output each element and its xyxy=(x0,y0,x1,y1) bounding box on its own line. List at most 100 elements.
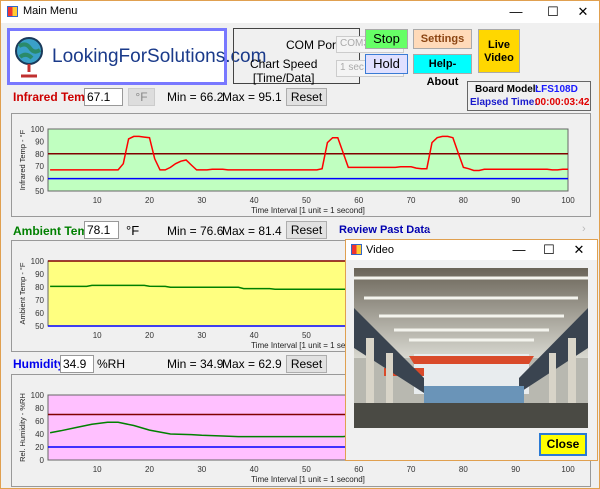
chart-speed-label: Chart Speed [Time/Data] xyxy=(250,57,317,85)
x-tick-label: 30 xyxy=(197,196,206,205)
ambient-unit: °F xyxy=(126,223,140,238)
x-tick-label: 70 xyxy=(407,196,416,205)
y-axis-label: Infrared Temp - °F xyxy=(18,129,27,190)
video-title-bar: Video — ☐ ✕ xyxy=(346,240,597,260)
video-close-button[interactable]: Close xyxy=(539,433,587,456)
app-icon xyxy=(7,6,18,17)
elapsed-time-value: 00:00:03:42 xyxy=(535,97,590,108)
humidity-reset-button[interactable]: Reset xyxy=(286,355,327,373)
humidity-input[interactable]: 34.9 xyxy=(60,355,94,373)
y-tick-label: 80 xyxy=(35,283,44,292)
live-video-button[interactable]: Live Video xyxy=(478,29,520,73)
x-tick-label: 80 xyxy=(459,196,468,205)
y-tick-label: 60 xyxy=(35,175,44,184)
minimize-button[interactable]: — xyxy=(501,3,531,21)
close-button[interactable]: ✕ xyxy=(568,3,598,21)
humidity-min: Min = 34.9 xyxy=(167,357,224,371)
chart-speed-label-line1: Chart Speed xyxy=(250,57,318,71)
x-tick-label: 40 xyxy=(250,196,259,205)
x-tick-label: 70 xyxy=(407,465,416,474)
ambient-reset-button[interactable]: Reset xyxy=(286,221,327,239)
y-tick-label: 50 xyxy=(35,187,44,196)
title-bar: Main Menu — ☐ ✕ xyxy=(1,1,599,23)
y-tick-label: 70 xyxy=(35,162,44,171)
video-window: Video — ☐ ✕ Close xyxy=(345,239,598,461)
ambient-min: Min = 76.6 xyxy=(167,224,224,238)
infrared-max: Max = 95.1 xyxy=(222,90,282,104)
y-tick-label: 60 xyxy=(35,309,44,318)
com-port-label: COM Port xyxy=(286,38,340,52)
infrared-reset-button[interactable]: Reset xyxy=(286,88,327,106)
humidity-unit: %RH xyxy=(97,357,126,371)
infrared-chart-panel: 50 60 70 80 90 100 10 20 30 40 50 60 70 80 90 100 Time I… xyxy=(11,113,591,217)
chart-speed-value: 1 sec xyxy=(340,62,364,73)
x-tick-label: 50 xyxy=(302,465,311,474)
chart-speed-label-line2: [Time/Data] xyxy=(252,71,315,85)
globe-icon xyxy=(15,37,43,78)
plot-area xyxy=(47,128,569,192)
x-tick-label: 80 xyxy=(459,465,468,474)
scroll-left-icon[interactable]: ‹ xyxy=(426,223,430,235)
board-model-value: LFS108D xyxy=(535,84,578,95)
logo-banner: LookingForSolutions.com xyxy=(7,28,266,85)
infrared-temp-input[interactable]: 67.1 xyxy=(84,88,123,106)
x-tick-label: 60 xyxy=(354,465,363,474)
humidity-max: Max = 62.9 xyxy=(222,357,282,371)
x-tick-label: 100 xyxy=(561,465,575,474)
y-tick-label: 90 xyxy=(35,137,44,146)
y-tick-label: 60 xyxy=(35,417,44,426)
ambient-max: Max = 81.4 xyxy=(222,224,282,238)
y-axis-label: Rel. Humidity - %RH xyxy=(18,393,27,462)
y-tick-label: 90 xyxy=(35,270,44,279)
x-tick-label: 90 xyxy=(511,465,520,474)
x-tick-label: 20 xyxy=(145,465,154,474)
hold-button[interactable]: Hold xyxy=(365,54,408,74)
x-axis-label: Time Interval [1 unit = 1 second] xyxy=(251,475,365,484)
x-tick-label: 50 xyxy=(302,196,311,205)
video-title: Video xyxy=(366,244,394,256)
x-tick-label: 30 xyxy=(197,465,206,474)
y-tick-label: 70 xyxy=(35,296,44,305)
scroll-right-icon[interactable]: › xyxy=(582,223,586,235)
maximize-button[interactable]: ☐ xyxy=(538,3,568,21)
app-icon xyxy=(351,244,362,255)
y-tick-label: 50 xyxy=(35,322,44,331)
elapsed-time-label: Elapsed Time: xyxy=(470,97,538,108)
x-tick-label: 20 xyxy=(145,331,154,340)
y-tick-label: 100 xyxy=(31,257,45,266)
video-close-x-button[interactable]: ✕ xyxy=(564,241,594,259)
settings-button[interactable]: Settings xyxy=(413,29,472,49)
help-about-button[interactable]: Help-About xyxy=(413,54,472,88)
board-info-panel: Board Model: LFS108D Elapsed Time: 00:00… xyxy=(467,81,591,111)
x-tick-label: 30 xyxy=(197,331,206,340)
x-tick-label: 40 xyxy=(250,331,259,340)
x-tick-label: 60 xyxy=(354,196,363,205)
infrared-chart: 50 60 70 80 90 100 10 20 30 40 50 60 70 80 90 100 Time I… xyxy=(18,125,575,215)
video-minimize-button[interactable]: — xyxy=(504,241,534,259)
window-title: Main Menu xyxy=(23,5,78,17)
y-axis-label: Ambient Temp - °F xyxy=(18,262,27,324)
board-model-label: Board Model: xyxy=(475,84,539,95)
infrared-temp-label: Infrared Temp xyxy=(13,90,93,104)
x-tick-label: 50 xyxy=(302,331,311,340)
y-tick-label: 80 xyxy=(35,150,44,159)
live-video-label-2: Video xyxy=(484,52,514,64)
video-maximize-button[interactable]: ☐ xyxy=(534,241,564,259)
ambient-temp-input[interactable]: 78.1 xyxy=(84,221,119,239)
video-frame-image xyxy=(354,268,588,428)
y-tick-label: 100 xyxy=(31,125,45,134)
x-tick-label: 10 xyxy=(93,196,102,205)
x-axis-label: Time Interval [1 unit = 1 second] xyxy=(251,206,365,215)
infrared-min: Min = 66.2 xyxy=(167,90,224,104)
stop-button[interactable]: Stop xyxy=(365,29,408,49)
infrared-unit-button[interactable]: °F xyxy=(128,88,155,106)
y-tick-label: 20 xyxy=(35,443,44,452)
y-tick-label: 80 xyxy=(35,404,44,413)
x-tick-label: 90 xyxy=(511,196,520,205)
x-tick-label: 20 xyxy=(145,196,154,205)
x-tick-label: 10 xyxy=(93,465,102,474)
x-tick-label: 100 xyxy=(561,196,575,205)
review-past-data-label: Review Past Data xyxy=(339,224,431,236)
y-tick-label: 100 xyxy=(31,391,45,400)
x-tick-label: 40 xyxy=(250,465,259,474)
